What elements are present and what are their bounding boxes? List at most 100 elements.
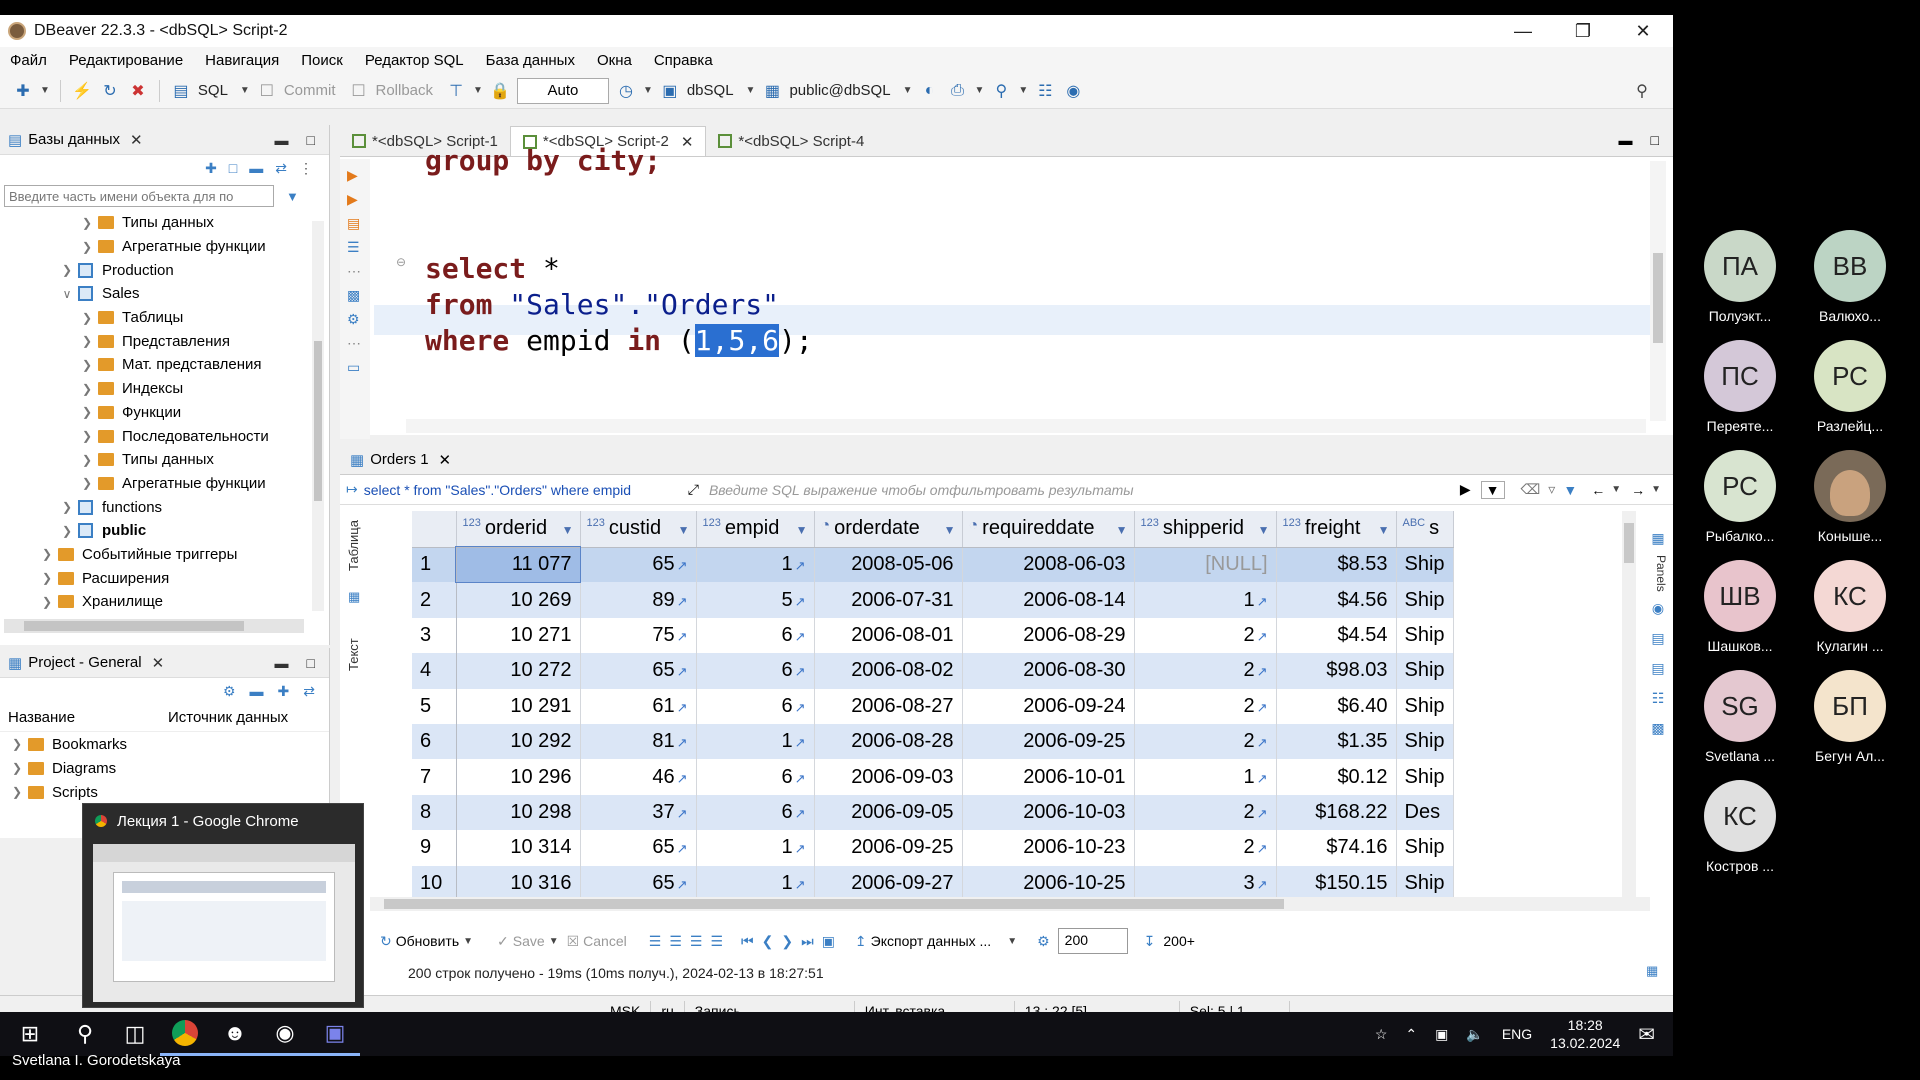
- chevron-up-icon[interactable]: ⌃: [1405, 1026, 1417, 1043]
- foreign-key-link-icon[interactable]: ↗: [795, 700, 806, 715]
- tree-item[interactable]: ❯ Агрегатные функции: [0, 235, 329, 259]
- language-indicator[interactable]: ENG: [1502, 1026, 1532, 1042]
- explain-plan-icon[interactable]: ☰: [347, 239, 363, 255]
- table-cell[interactable]: 5 ↗: [696, 582, 815, 618]
- history-icon[interactable]: ◷: [615, 80, 637, 102]
- auto-commit-mode[interactable]: Auto: [516, 77, 609, 104]
- row-number[interactable]: 6: [412, 723, 457, 760]
- task-view-icon[interactable]: ◫: [110, 1012, 160, 1056]
- table-cell[interactable]: $98.03: [1276, 653, 1397, 689]
- row-number[interactable]: 4: [412, 653, 457, 689]
- foreign-key-link-icon[interactable]: ↗: [1257, 841, 1268, 856]
- connect-icon[interactable]: ⚡: [71, 80, 93, 102]
- close-icon[interactable]: ✕: [439, 451, 452, 469]
- foreign-key-link-icon[interactable]: ↗: [677, 735, 688, 750]
- table-cell[interactable]: 1 ↗: [696, 547, 815, 583]
- new-connection-icon[interactable]: ✚: [205, 160, 217, 177]
- table-cell[interactable]: 10 314: [456, 830, 581, 866]
- commit-button[interactable]: Commit: [284, 82, 336, 99]
- fetch-all-icon[interactable]: ▣: [822, 933, 835, 950]
- project-item-scripts[interactable]: ❯ Scripts: [0, 780, 329, 804]
- row-number[interactable]: 10: [412, 865, 457, 901]
- table-cell[interactable]: 2006-07-31: [814, 582, 963, 618]
- table-cell[interactable]: 1 ↗: [696, 865, 815, 901]
- horizontal-scrollbar[interactable]: [4, 619, 304, 633]
- table-row[interactable]: 5 10 291 61 ↗ 6 ↗ 2006-08-27 2006-09-24 2 ↗ $6.40 S…: [412, 688, 1454, 724]
- chevron-right-icon[interactable]: ❯: [60, 500, 74, 514]
- execute-script-icon[interactable]: ▤: [347, 215, 363, 231]
- chevron-down-icon[interactable]: ▼: [643, 85, 653, 96]
- more-icon[interactable]: ⋯: [347, 335, 363, 351]
- table-cell[interactable]: 89 ↗: [580, 582, 697, 618]
- table-cell[interactable]: 2 ↗: [1134, 723, 1277, 760]
- chevron-right-icon[interactable]: ❯: [80, 405, 94, 419]
- row-number[interactable]: 1: [412, 547, 457, 583]
- table-cell[interactable]: 2006-10-03: [962, 794, 1135, 831]
- tree-item[interactable]: ❯ Индексы: [0, 377, 329, 401]
- row-number[interactable]: 7: [412, 759, 457, 795]
- view-table-tab[interactable]: Таблица: [346, 511, 361, 581]
- tree-item[interactable]: ❯ Типы данных: [0, 448, 329, 472]
- execute-new-tab-icon[interactable]: ▶: [347, 191, 363, 207]
- panel-title[interactable]: Project - General: [28, 654, 141, 671]
- rollback-icon[interactable]: ☐: [348, 80, 370, 102]
- column-header-shipperid[interactable]: 123 shipperid ▼: [1134, 511, 1277, 548]
- table-row[interactable]: 10 10 316 65 ↗ 1 ↗ 2006-09-27 2006-10-25 3 ↗ $150.…: [412, 865, 1454, 901]
- table-cell[interactable]: 2006-08-29: [962, 617, 1135, 654]
- foreign-key-link-icon[interactable]: ↗: [795, 771, 806, 786]
- close-icon[interactable]: ✕: [152, 654, 165, 672]
- chevron-right-icon[interactable]: ❯: [10, 785, 24, 799]
- editor-horizontal-scrollbar[interactable]: [406, 419, 1646, 433]
- reconnect-icon[interactable]: ↻: [99, 80, 121, 102]
- rollback-button[interactable]: Rollback: [376, 82, 434, 99]
- participant-tile[interactable]: Коныше...: [1802, 450, 1898, 544]
- table-cell[interactable]: 10 292: [456, 723, 581, 760]
- tree-item[interactable]: ❯ Таблицы: [0, 306, 329, 330]
- menu-windows[interactable]: Окна: [597, 52, 632, 69]
- table-cell[interactable]: 65 ↗: [580, 830, 697, 866]
- export-icon[interactable]: ▭: [347, 359, 363, 375]
- vertical-scrollbar[interactable]: [312, 221, 324, 611]
- table-cell[interactable]: $4.54: [1276, 617, 1397, 654]
- calc-icon[interactable]: ☷: [1646, 683, 1670, 713]
- chevron-down-icon[interactable]: ▼: [1651, 484, 1661, 495]
- table-cell[interactable]: 65 ↗: [580, 653, 697, 689]
- table-cell[interactable]: 2006-09-27: [814, 865, 963, 901]
- table-cell[interactable]: Ship: [1396, 865, 1454, 901]
- project-item-bookmarks[interactable]: ❯ Bookmarks: [0, 732, 329, 756]
- value-viewer-icon[interactable]: ◉: [1646, 593, 1670, 623]
- restore-button[interactable]: ❐: [1553, 15, 1613, 47]
- collapse-icon[interactable]: ▬: [250, 683, 264, 699]
- menu-edit[interactable]: Редактирование: [69, 52, 183, 69]
- chevron-right-icon[interactable]: ❯: [80, 429, 94, 443]
- navigator-filter-input[interactable]: Введите часть имени объекта для по: [4, 185, 274, 207]
- table-row[interactable]: 8 10 298 37 ↗ 6 ↗ 2006-09-05 2006-10-03 2 ↗ $168.2…: [412, 794, 1454, 831]
- edit-row-icon[interactable]: ☰: [649, 933, 662, 950]
- first-page-icon[interactable]: ⏮: [741, 933, 754, 950]
- fetch-next-icon[interactable]: ↧: [1144, 933, 1156, 950]
- close-button[interactable]: ✕: [1613, 15, 1673, 47]
- tree-item[interactable]: ∨ Sales: [0, 282, 329, 306]
- chevron-down-icon[interactable]: ▼: [1611, 484, 1621, 495]
- panels-label[interactable]: Panels: [1646, 553, 1673, 593]
- more-icon[interactable]: ⋯: [347, 263, 363, 279]
- maximize-icon[interactable]: □: [1651, 132, 1659, 148]
- foreign-key-link-icon[interactable]: ↗: [795, 735, 806, 750]
- chevron-down-icon[interactable]: ▼: [240, 85, 250, 96]
- column-source[interactable]: Источник данных: [168, 709, 288, 726]
- expand-icon[interactable]: ⤢: [688, 481, 699, 498]
- chevron-down-icon[interactable]: ∨: [60, 287, 74, 301]
- sort-filter-icon[interactable]: ▼: [1116, 523, 1128, 537]
- table-cell[interactable]: 10 316: [456, 865, 581, 901]
- tree-item[interactable]: ❯ Мат. представления: [0, 353, 329, 377]
- table-cell[interactable]: Ship: [1396, 688, 1454, 724]
- table-cell[interactable]: Des: [1396, 794, 1454, 831]
- tree-item[interactable]: ❯ Событийные триггеры: [0, 543, 329, 567]
- participant-tile[interactable]: SG Svetlana ...: [1692, 670, 1788, 764]
- network-icon[interactable]: ▣: [1435, 1026, 1448, 1043]
- column-header-requireddate[interactable]: ◔ requireddate ▼: [962, 511, 1135, 548]
- sql-code[interactable]: group by city; select * from "Sales"."Or…: [425, 144, 813, 359]
- table-cell[interactable]: 61 ↗: [580, 688, 697, 724]
- tree-item[interactable]: ❯ Функции: [0, 401, 329, 425]
- participant-tile[interactable]: ВВ Валюхо...: [1802, 230, 1898, 324]
